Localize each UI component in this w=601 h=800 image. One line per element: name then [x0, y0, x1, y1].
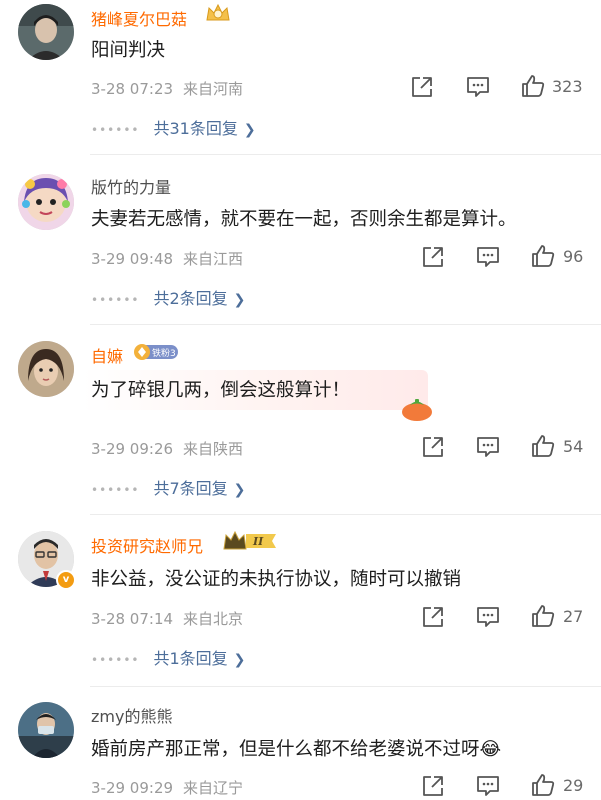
- comment-text: 非公益，没公证的未执行协议，随时可以撤销: [91, 569, 462, 590]
- chevron-right-icon: ❯: [233, 482, 246, 498]
- like-count: 27: [563, 607, 584, 626]
- comment-meta: 3-29 09:48 来自江西: [91, 248, 243, 269]
- comment-date: 3-29 09:26: [91, 440, 174, 458]
- comment-text: 婚前房产那正常，但是什么都不给老婆说不过呀😂: [91, 739, 502, 760]
- divider: [90, 324, 601, 325]
- fan-badge-label: 铁粉3: [152, 347, 176, 359]
- comment-location: 来自河南: [183, 80, 244, 98]
- username[interactable]: 版竹的力量: [91, 174, 171, 198]
- comment-date: 3-28 07:23: [91, 80, 174, 98]
- dots-icon: ••••••: [91, 652, 140, 667]
- divider: [90, 686, 601, 687]
- chevron-right-icon: ❯: [233, 652, 246, 668]
- username[interactable]: 猪峰夏尔巴菇: [91, 6, 187, 30]
- chevron-right-icon: ❯: [233, 292, 246, 308]
- like-count: 29: [563, 776, 584, 795]
- avatar-image: [18, 4, 74, 60]
- like-count: 323: [552, 77, 583, 96]
- comment-text: 阳间判决: [91, 40, 166, 61]
- fan-badge: 铁粉3: [134, 343, 180, 365]
- chevron-right-icon: ❯: [243, 122, 256, 138]
- dots-icon: ••••••: [91, 482, 140, 497]
- avatar-image: [18, 702, 74, 758]
- share-icon[interactable]: [420, 773, 446, 799]
- dots-icon: ••••••: [91, 122, 140, 137]
- share-icon[interactable]: [420, 434, 446, 460]
- avatar[interactable]: [18, 4, 74, 60]
- username[interactable]: 自嫲: [91, 343, 123, 367]
- comment-icon[interactable]: [475, 244, 501, 270]
- username[interactable]: 投资研究赵师兄: [91, 533, 203, 557]
- like-count: 96: [563, 247, 584, 266]
- thumbs-up-icon[interactable]: [530, 603, 556, 629]
- share-icon[interactable]: [420, 604, 446, 630]
- username[interactable]: zmy的熊熊: [91, 703, 172, 727]
- comment-icon[interactable]: [465, 74, 491, 100]
- divider: [90, 514, 601, 515]
- comment-location: 来自江西: [183, 250, 244, 268]
- view-replies-link[interactable]: •••••• 共7条回复 ❯: [91, 475, 245, 499]
- share-icon[interactable]: [409, 74, 435, 100]
- rank-badge-label: II: [252, 535, 264, 548]
- comment-meta: 3-29 09:29 来自辽宁: [91, 777, 243, 798]
- like-count: 54: [563, 437, 584, 456]
- thumbs-up-icon[interactable]: [530, 433, 556, 459]
- thumbs-up-icon[interactable]: [520, 73, 546, 99]
- comment-text: 为了碎银几两，倒会这般算计！: [91, 380, 351, 401]
- thumbs-up-icon[interactable]: [530, 772, 556, 798]
- comment-location: 来自北京: [183, 610, 244, 628]
- rank-badge: II: [222, 529, 278, 557]
- comment-date: 3-29 09:29: [91, 779, 174, 797]
- comment-meta: 3-28 07:23 来自河南: [91, 78, 243, 99]
- avatar-image: [18, 174, 74, 230]
- dots-icon: ••••••: [91, 292, 140, 307]
- replies-count: 共2条回复: [153, 289, 228, 308]
- comment-date: 3-29 09:48: [91, 250, 174, 268]
- view-replies-link[interactable]: •••••• 共2条回复 ❯: [91, 285, 245, 309]
- divider: [90, 154, 601, 155]
- avatar[interactable]: [18, 341, 74, 397]
- avatar[interactable]: [18, 702, 74, 758]
- verified-badge-icon: v: [56, 570, 76, 590]
- persimmon-sticker-icon: [400, 396, 434, 426]
- comment-icon[interactable]: [475, 434, 501, 460]
- thumbs-up-icon[interactable]: [530, 243, 556, 269]
- view-replies-link[interactable]: •••••• 共1条回复 ❯: [91, 645, 245, 669]
- avatar[interactable]: [18, 174, 74, 230]
- comment-meta: 3-28 07:14 来自北京: [91, 608, 243, 629]
- comment-date: 3-28 07:14: [91, 610, 174, 628]
- avatar-image: [18, 341, 74, 397]
- comment-location: 来自辽宁: [183, 779, 244, 797]
- comment-meta: 3-29 09:26 来自陕西: [91, 438, 243, 459]
- comment-icon[interactable]: [475, 773, 501, 799]
- replies-count: 共7条回复: [153, 479, 228, 498]
- replies-count: 共1条回复: [153, 649, 228, 668]
- comment-text: 夫妻若无感情，就不要在一起，否则余生都是算计。: [91, 209, 517, 230]
- comment-icon[interactable]: [475, 604, 501, 630]
- view-replies-link[interactable]: •••••• 共31条回复 ❯: [91, 115, 256, 139]
- crown-badge-icon: [205, 2, 231, 28]
- replies-count: 共31条回复: [153, 119, 238, 138]
- share-icon[interactable]: [420, 244, 446, 270]
- comment-location: 来自陕西: [183, 440, 244, 458]
